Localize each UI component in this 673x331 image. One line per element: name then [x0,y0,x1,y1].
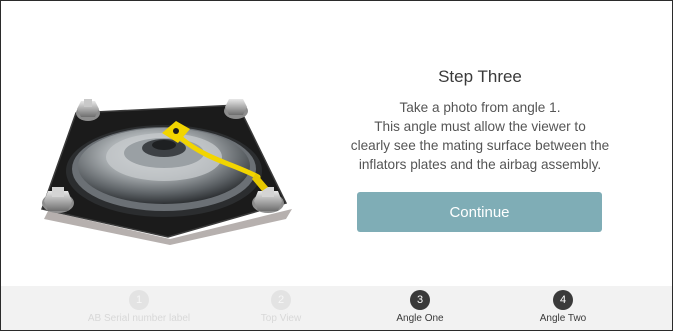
stepper-step-top-view[interactable]: 2 Top View [201,290,361,324]
progress-stepper: 1 AB Serial number label 2 Top View 3 An… [1,286,672,330]
step-description-line: inflators plates and the airbag assembly… [358,157,602,172]
step-content: Step Three Take a photo from angle 1. Th… [319,67,641,174]
step-number-badge: 4 [553,290,573,310]
step-number-badge: 1 [129,290,149,310]
step-description: Take a photo from angle 1. This angle mu… [319,98,641,174]
stepper-step-angle-two[interactable]: 4 Angle Two [483,290,643,324]
continue-button[interactable]: Continue [357,192,602,232]
step-title: Step Three [438,67,522,86]
bolt-top-right [224,99,248,119]
stepper-step-angle-one[interactable]: 3 Angle One [340,290,500,324]
airbag-inflator-image [41,99,292,245]
stepper-step-ab-serial-number-label[interactable]: 1 AB Serial number label [59,290,219,324]
step-label: AB Serial number label [87,313,191,324]
step-description-line: This angle must allow the viewer to [374,119,586,134]
step-description-line: Take a photo from angle 1. [399,100,561,115]
bolt-top-left [76,99,100,121]
step-label: Angle One [396,313,444,324]
step-label: Angle Two [539,313,587,324]
step-label: Top View [260,313,302,324]
step-description-line: clearly see the mating surface between t… [350,138,610,153]
step-number-badge: 3 [410,290,430,310]
step-dialog: Step Three Take a photo from angle 1. Th… [0,0,673,331]
step-number-badge: 2 [271,290,291,310]
